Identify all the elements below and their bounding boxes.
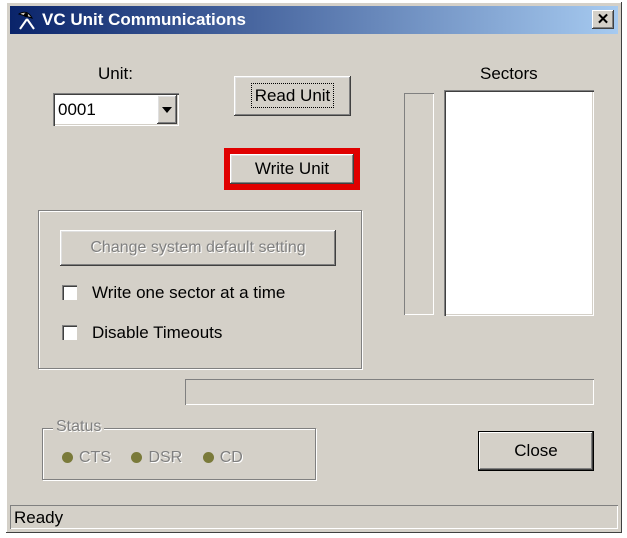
cts-indicator: CTS [62, 449, 111, 466]
write-unit-button[interactable]: Write Unit [230, 154, 354, 184]
satellite-dish-icon [17, 11, 35, 30]
window-title: VC Unit Communications [42, 10, 247, 29]
read-unit-label: Read Unit [250, 83, 335, 108]
chevron-down-icon[interactable] [157, 95, 177, 124]
dialog-window: VC Unit Communications ✕ Unit: 0001 Read… [6, 2, 622, 533]
read-unit-button[interactable]: Read Unit [234, 76, 351, 116]
dsr-indicator: DSR [131, 449, 182, 466]
sectors-label: Sectors [480, 64, 538, 83]
led-icon [202, 452, 214, 464]
write-one-sector-label: Write one sector at a time [92, 283, 286, 302]
unit-value: 0001 [58, 100, 96, 119]
cd-label: CD [219, 449, 243, 466]
title-bar: VC Unit Communications ✕ [10, 6, 618, 34]
write-one-sector-checkbox[interactable] [62, 285, 77, 300]
unit-label: Unit: [98, 64, 133, 83]
sectors-list[interactable] [444, 90, 594, 316]
progress-bar [185, 379, 594, 405]
disable-timeouts-checkbox[interactable] [62, 325, 77, 340]
status-indicators: CTS DSR CD [62, 449, 243, 467]
status-bar-text: Ready [14, 508, 64, 527]
led-icon [131, 452, 143, 464]
dsr-label: DSR [148, 449, 183, 466]
unit-dropdown[interactable]: 0001 [53, 93, 179, 126]
cts-label: CTS [79, 449, 111, 466]
cd-indicator: CD [202, 449, 243, 466]
change-default-button[interactable]: Change system default setting [60, 230, 336, 266]
sector-progress-bar [404, 93, 434, 315]
close-button[interactable]: Close [479, 432, 593, 470]
status-bar: Ready [10, 505, 618, 529]
close-window-button[interactable]: ✕ [592, 10, 614, 29]
led-icon [62, 452, 73, 464]
disable-timeouts-label: Disable Timeouts [92, 323, 223, 342]
status-group-label: Status [53, 418, 105, 436]
